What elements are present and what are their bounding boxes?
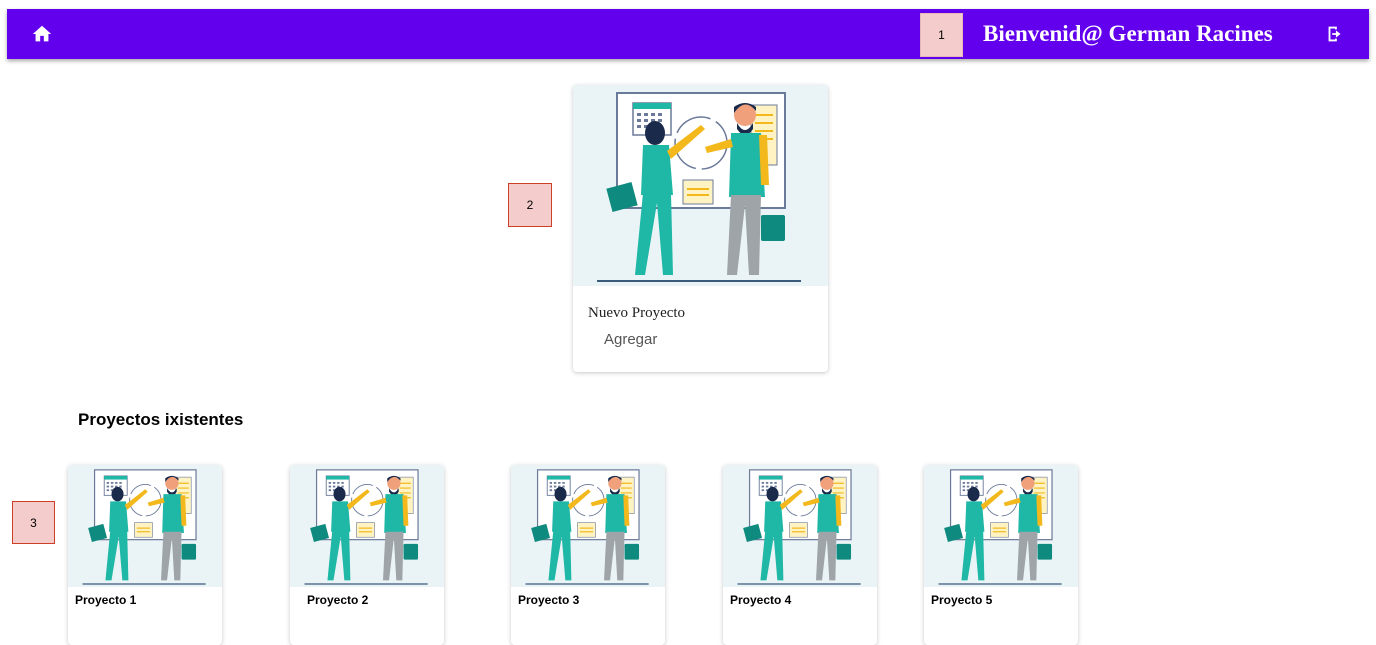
annotation-marker-2: 2 [508,183,552,227]
project-label: Proyecto 2 [307,593,369,607]
team-illustration [723,465,877,587]
existing-projects-heading: Proyectos ixistentes [78,410,244,429]
project-card-1[interactable]: Proyecto 1 [68,465,222,645]
project-label: Proyecto 5 [931,593,993,607]
project-card-5[interactable]: Proyecto 5 [924,465,1078,645]
welcome-text: Bienvenid@ German Racines [983,21,1273,46]
new-project-card[interactable]: Nuevo Proyecto Agregar [573,85,828,372]
top-app-bar: Bienvenid@ German Racines [7,9,1369,59]
new-project-title: Nuevo Proyecto [588,305,686,321]
annotation-marker-1: 1 [920,13,963,57]
team-illustration [511,465,665,587]
project-label: Proyecto 3 [518,593,580,607]
project-label: Proyecto 4 [730,593,792,607]
team-illustration [68,465,222,587]
project-card-3[interactable]: Proyecto 3 [511,465,665,645]
team-illustration [924,465,1078,587]
annotation-marker-3: 3 [12,501,55,544]
team-illustration [573,85,828,286]
team-illustration [290,465,444,587]
project-card-4[interactable]: Proyecto 4 [723,465,877,645]
project-card-2[interactable]: Proyecto 2 [290,465,444,645]
project-label: Proyecto 1 [75,593,137,607]
add-project-button[interactable]: Agregar [604,331,657,348]
logout-icon[interactable] [1324,23,1346,45]
home-icon[interactable] [31,23,53,45]
